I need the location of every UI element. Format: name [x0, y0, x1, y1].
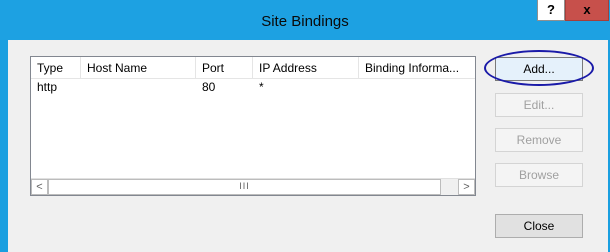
- browse-button[interactable]: Browse: [495, 163, 583, 187]
- close-window-button[interactable]: x: [565, 0, 609, 21]
- cell-host-name: [81, 79, 196, 95]
- remove-button[interactable]: Remove: [495, 128, 583, 152]
- column-header-binding-information[interactable]: Binding Informa...: [359, 57, 475, 78]
- list-header: Type Host Name Port IP Address Binding I…: [31, 57, 475, 79]
- bindings-list[interactable]: Type Host Name Port IP Address Binding I…: [30, 56, 476, 196]
- add-button[interactable]: Add...: [495, 57, 583, 81]
- title-bar[interactable]: Site Bindings: [0, 0, 610, 40]
- cell-port: 80: [202, 80, 216, 94]
- column-header-type[interactable]: Type: [31, 57, 81, 78]
- cell-binding-information: [359, 79, 475, 95]
- scroll-left-button[interactable]: <: [31, 179, 48, 195]
- column-header-host-name[interactable]: Host Name: [81, 57, 196, 78]
- table-row[interactable]: http 80 *: [31, 79, 475, 95]
- horizontal-scrollbar[interactable]: < III >: [31, 178, 475, 195]
- column-header-ip-address[interactable]: IP Address: [253, 57, 359, 78]
- cell-ip-address: *: [259, 80, 264, 94]
- edit-button[interactable]: Edit...: [495, 93, 583, 117]
- cell-type: http: [37, 80, 58, 94]
- close-button[interactable]: Close: [495, 214, 583, 238]
- dialog-title: Site Bindings: [261, 13, 349, 30]
- scrollbar-thumb[interactable]: III: [48, 179, 441, 195]
- column-header-port[interactable]: Port: [196, 57, 253, 78]
- scroll-right-button[interactable]: >: [458, 179, 475, 195]
- help-button[interactable]: ?: [537, 0, 565, 21]
